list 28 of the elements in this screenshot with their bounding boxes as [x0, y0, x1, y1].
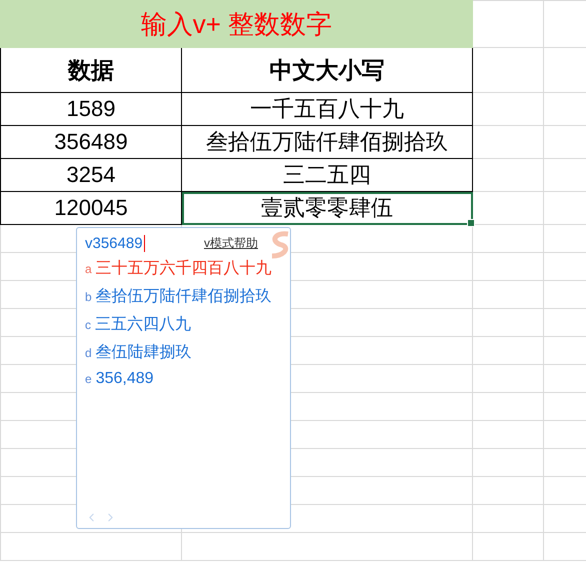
fill-handle[interactable]: [467, 219, 476, 227]
table-cell: 壹贰零零肆伍: [182, 192, 473, 224]
header-cell: 数据: [0, 48, 182, 92]
candidate-item[interactable]: d 叁伍陆肆捌玖: [85, 342, 282, 370]
candidate-text: 356,489: [96, 370, 154, 388]
title-cell: 输入v+ 整数数字: [0, 0, 473, 48]
candidate-item[interactable]: a 三十五万六千四百八十九: [85, 258, 282, 286]
candidate-key: c: [85, 318, 91, 332]
table-cell: 3254: [0, 158, 182, 192]
candidate-item[interactable]: c 三五六四八九: [85, 314, 282, 342]
table-cell: 三二五四: [182, 158, 473, 192]
table-cell: 356489: [0, 126, 182, 158]
candidate-text: 叁伍陆肆捌玖: [96, 342, 192, 363]
table-cell: 120045: [0, 192, 182, 224]
candidate-text: 三十五万六千四百八十九: [96, 258, 272, 279]
candidate-key: e: [85, 372, 92, 386]
help-link[interactable]: v模式帮助: [204, 234, 258, 252]
candidate-key: b: [85, 290, 92, 304]
candidate-text: 叁拾伍万陆仟肆佰捌拾玖: [96, 286, 272, 307]
table-cell: 一千五百八十九: [182, 92, 473, 126]
candidate-text: 三五六四八九: [95, 314, 191, 335]
candidate-key: a: [85, 262, 92, 276]
header-cell: 中文大小写: [182, 48, 473, 92]
candidate-item[interactable]: e 356,489: [85, 370, 282, 398]
table-cell: 叁拾伍万陆仟肆佰捌拾玖: [182, 126, 473, 158]
table-cell: 1589: [0, 92, 182, 126]
candidate-key: d: [85, 346, 92, 360]
candidate-item[interactable]: b 叁拾伍万陆仟肆佰捌拾玖: [85, 286, 282, 314]
